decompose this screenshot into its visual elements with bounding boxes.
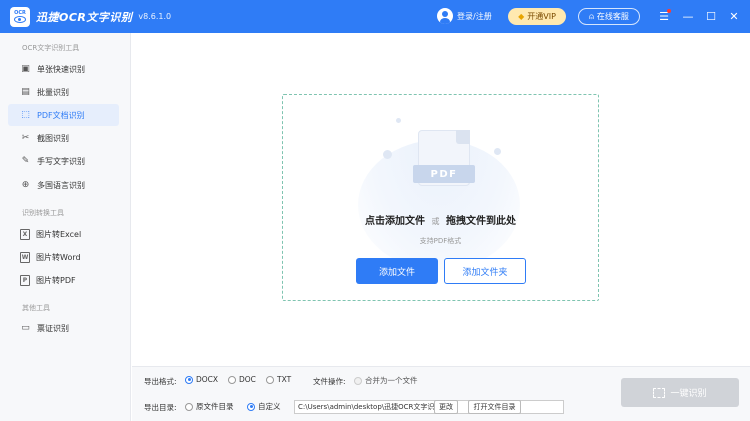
radio-dot <box>228 375 236 384</box>
diamond-icon: ◆ <box>518 12 525 21</box>
sidebar-item-handwriting-recognize[interactable]: ✎ 手写文字识别 <box>8 150 119 172</box>
login-label: 登录/注册 <box>457 11 492 21</box>
maximize-icon: ☐ <box>706 9 716 23</box>
sidebar-item-single-recognize[interactable]: ▣ 单张快速识别 <box>8 58 119 80</box>
format-radio-txt[interactable]: TXT <box>266 375 291 384</box>
sidebar-item-label: 图片转Word <box>36 252 81 262</box>
sidebar-item-screenshot-recognize[interactable]: ✂ 截图识别 <box>8 127 119 149</box>
export-dir-label: 导出目录: <box>144 403 177 412</box>
dir-radio-custom[interactable]: 自定义 <box>247 401 281 412</box>
radio-dot <box>185 402 193 411</box>
notification-dot <box>667 9 671 13</box>
minimize-button[interactable]: — <box>680 8 696 24</box>
radio-label: TXT <box>277 375 292 384</box>
format-radio-docx[interactable]: DOCX <box>185 375 218 384</box>
sidebar-item-label: 多国语言识别 <box>37 180 85 190</box>
sidebar-item-label: 批量识别 <box>37 87 69 97</box>
section-title-convert: 识别转换工具 <box>22 209 64 217</box>
pen-icon: ✎ <box>21 156 30 166</box>
batch-images-icon: ▤ <box>21 87 30 97</box>
sidebar-item-batch-recognize[interactable]: ▤ 批量识别 <box>8 81 119 103</box>
decor-planet <box>383 150 392 159</box>
service-label: 在线客服 <box>596 12 629 21</box>
screenshot-icon: ✂ <box>21 133 30 143</box>
sidebar-item-image-to-pdf[interactable]: P 图片转PDF <box>8 269 119 291</box>
export-settings-bar: 导出格式: DOCX DOC TXT 文件操作: 合并为一个文件 导出目录: 原… <box>132 366 750 421</box>
maximize-button[interactable]: ☐ <box>703 8 719 24</box>
radio-dot <box>247 402 255 411</box>
radio-dot <box>185 375 193 384</box>
radio-label: 自定义 <box>258 402 281 411</box>
vip-label: 开通VIP <box>527 12 556 21</box>
drop-title-drag: 拖拽文件到此处 <box>445 216 516 227</box>
eye-icon <box>14 16 26 23</box>
close-button[interactable]: ✕ <box>726 8 742 24</box>
sidebar-item-label: 图片转Excel <box>36 229 82 239</box>
ticket-icon: ▭ <box>21 323 30 333</box>
format-radio-doc[interactable]: DOC <box>228 375 256 384</box>
service-user-icon: ⍝ <box>589 11 594 21</box>
word-icon: W <box>20 251 30 263</box>
radio-label: DOC <box>239 375 256 384</box>
drop-title-or: 或 <box>431 217 440 226</box>
one-click-recognize-button[interactable]: 一键识别 <box>621 378 739 407</box>
sidebar-item-label: 图片转PDF <box>36 275 76 285</box>
recognize-label: 一键识别 <box>670 389 707 399</box>
app-logo: OCR <box>10 6 30 27</box>
avatar-icon <box>437 8 453 24</box>
title-bar: OCR 迅捷OCR文字识别 v8.6.1.0 登录/注册 ◆ 开通VIP ⍝ 在… <box>0 0 750 33</box>
file-operation-label: 文件操作: <box>313 377 346 386</box>
sidebar-item-label: 单张快速识别 <box>37 64 85 74</box>
pdf-file-icon: P <box>20 274 30 286</box>
sidebar-item-label: 截图识别 <box>37 133 69 143</box>
excel-icon: X <box>20 228 30 240</box>
app-version: v8.6.1.0 <box>138 12 172 21</box>
decor-star <box>396 118 401 123</box>
supported-format-hint: 支持PDF格式 <box>419 237 462 245</box>
sidebar-item-pdf-recognize[interactable]: ⬚ PDF文档识别 <box>8 104 119 126</box>
pdf-icon: ⬚ <box>21 110 30 120</box>
change-dir-button[interactable]: 更改 <box>434 400 458 414</box>
add-file-button[interactable]: 添加文件 <box>356 258 438 284</box>
radio-dot <box>266 375 274 384</box>
dir-radio-original[interactable]: 原文件目录 <box>185 401 234 412</box>
sidebar-item-label: PDF文档识别 <box>37 110 85 120</box>
drop-zone-title: 点击添加文件 或 拖拽文件到此处 <box>282 212 599 227</box>
app-title: 迅捷OCR文字识别 <box>36 10 133 24</box>
export-format-label: 导出格式: <box>144 377 177 386</box>
pdf-badge: PDF <box>413 165 475 183</box>
section-title-ocr: OCR文字识别工具 <box>22 44 80 52</box>
merge-file-radio[interactable]: 合并为一个文件 <box>354 375 418 386</box>
sidebar-item-image-to-word[interactable]: W 图片转Word <box>8 246 119 268</box>
login-button[interactable]: 登录/注册 <box>437 8 492 24</box>
menu-button[interactable]: ☰ <box>656 8 672 24</box>
section-title-other: 其他工具 <box>22 304 50 312</box>
radio-label: 原文件目录 <box>196 402 234 411</box>
online-service-button[interactable]: ⍝ 在线客服 <box>578 8 640 25</box>
page-fold-icon <box>456 130 470 144</box>
close-icon: ✕ <box>729 9 739 23</box>
radio-label: 合并为一个文件 <box>365 376 418 385</box>
export-path-input[interactable]: C:\Users\admin\desktop\迅捷OCR文字识别 <box>294 400 564 414</box>
sidebar-item-label: 手写文字识别 <box>37 156 85 166</box>
drop-title-add: 点击添加文件 <box>365 216 426 227</box>
sidebar-item-ticket-recognize[interactable]: ▭ 票证识别 <box>8 317 119 339</box>
sidebar-item-label: 票证识别 <box>37 323 69 333</box>
radio-label: DOCX <box>196 375 219 384</box>
open-folder-button[interactable]: 打开文件目录 <box>468 400 521 414</box>
scan-icon <box>653 387 666 398</box>
sidebar: OCR文字识别工具 ▣ 单张快速识别 ▤ 批量识别 ⬚ PDF文档识别 ✂ 截图… <box>0 33 131 421</box>
image-icon: ▣ <box>21 64 30 74</box>
globe-icon: ⊕ <box>21 180 30 190</box>
add-folder-button[interactable]: 添加文件夹 <box>444 258 526 284</box>
radio-dot <box>354 376 362 385</box>
sidebar-item-image-to-excel[interactable]: X 图片转Excel <box>8 223 119 245</box>
minimize-icon: — <box>682 9 694 23</box>
decor-planet <box>494 148 501 155</box>
vip-button[interactable]: ◆ 开通VIP <box>508 8 566 25</box>
sidebar-item-multilanguage-recognize[interactable]: ⊕ 多国语言识别 <box>8 174 119 196</box>
